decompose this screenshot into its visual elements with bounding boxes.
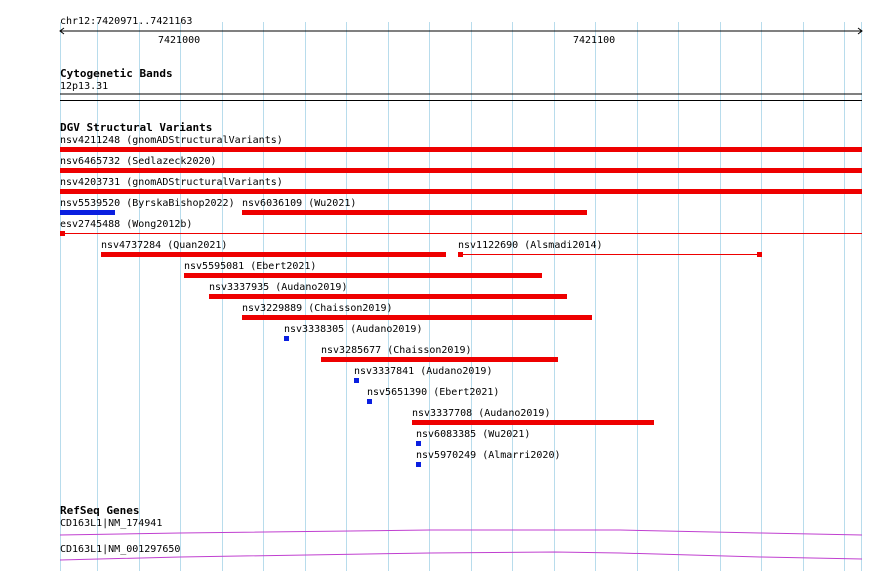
variant-line[interactable] <box>65 233 862 234</box>
variant-label[interactable]: nsv1122690 (Alsmadi2014) <box>458 240 603 251</box>
variant-label[interactable]: nsv6083385 (Wu2021) <box>416 429 530 440</box>
variant-label[interactable]: nsv3285677 (Chaisson2019) <box>321 345 472 356</box>
variant-label[interactable]: nsv3229889 (Chaisson2019) <box>242 303 393 314</box>
cytoband-label[interactable]: 12p13.31 <box>60 81 108 92</box>
variant-bar[interactable] <box>60 147 862 152</box>
ruler-tick-label: 7421100 <box>573 35 616 46</box>
variant-label[interactable]: esv2745488 (Wong2012b) <box>60 219 192 230</box>
variant-bar[interactable] <box>101 252 446 257</box>
gene-label[interactable]: CD163L1|NM_001297650 <box>60 544 180 555</box>
variant-label[interactable]: nsv4211248 (gnomADStructuralVariants) <box>60 135 283 146</box>
gene-model-nm-174941[interactable] <box>59 529 863 536</box>
genome-browser-view: chr12:7420971..7421163 7421000 7421100 C… <box>0 0 890 571</box>
variant-bar[interactable] <box>416 441 421 446</box>
variant-bar[interactable] <box>354 378 359 383</box>
ruler-tick-label: 7421000 <box>158 35 201 46</box>
variant-bar[interactable] <box>757 252 762 257</box>
variant-bar[interactable] <box>321 357 558 362</box>
variant-label[interactable]: nsv5595081 (Ebert2021) <box>184 261 316 272</box>
gene-label[interactable]: CD163L1|NM_174941 <box>60 518 162 529</box>
variant-label[interactable]: nsv5539520 (ByrskaBishop2022) <box>60 198 235 209</box>
variant-label[interactable]: nsv3338305 (Audano2019) <box>284 324 422 335</box>
track-graphics <box>59 27 863 561</box>
variant-bar[interactable] <box>242 210 587 215</box>
variant-label[interactable]: nsv5970249 (Almarri2020) <box>416 450 561 461</box>
refseq-track-title: RefSeq Genes <box>60 504 140 517</box>
cytoband-track-title: Cytogenetic Bands <box>60 67 173 80</box>
variant-bar[interactable] <box>60 168 862 173</box>
variant-label[interactable]: nsv6465732 (Sedlazeck2020) <box>60 156 217 167</box>
variant-bar[interactable] <box>367 399 372 404</box>
variant-bar[interactable] <box>60 210 115 215</box>
variant-label[interactable]: nsv5651390 (Ebert2021) <box>367 387 499 398</box>
variant-bar[interactable] <box>284 336 289 341</box>
variant-bar[interactable] <box>242 315 592 320</box>
variant-label[interactable]: nsv3337708 (Audano2019) <box>412 408 550 419</box>
variant-label[interactable]: nsv3337935 (Audano2019) <box>209 282 347 293</box>
variant-label[interactable]: nsv3337841 (Audano2019) <box>354 366 492 377</box>
variant-bar[interactable] <box>412 420 654 425</box>
variant-bar[interactable] <box>184 273 542 278</box>
variant-label[interactable]: nsv6036109 (Wu2021) <box>242 198 356 209</box>
variant-line[interactable] <box>463 254 757 255</box>
variant-label[interactable]: nsv4203731 (gnomADStructuralVariants) <box>60 177 283 188</box>
variant-bar[interactable] <box>60 189 862 194</box>
ruler-position: chr12:7420971..7421163 <box>60 16 193 27</box>
variant-bar[interactable] <box>209 294 567 299</box>
variant-bar[interactable] <box>416 462 421 467</box>
dgv-track-title: DGV Structural Variants <box>60 121 213 134</box>
variant-label[interactable]: nsv4737284 (Quan2021) <box>101 240 227 251</box>
